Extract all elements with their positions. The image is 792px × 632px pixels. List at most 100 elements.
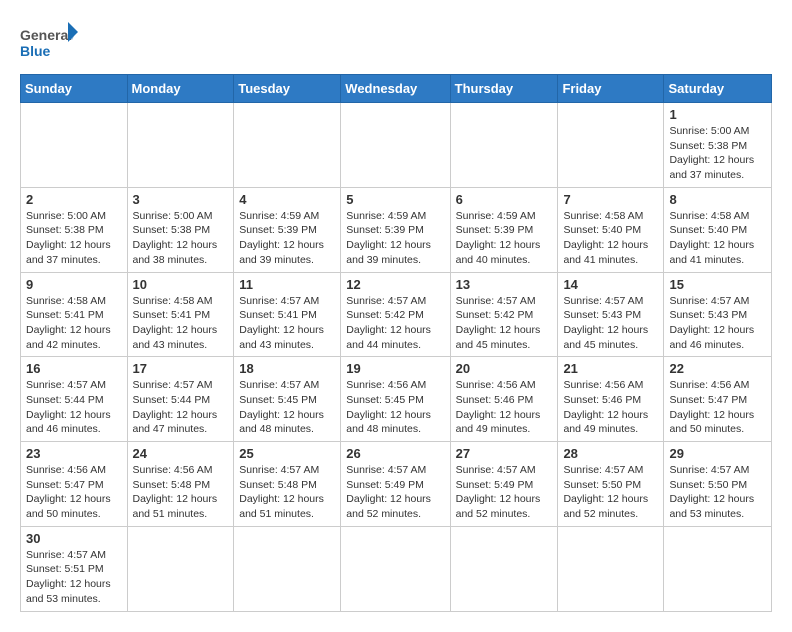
calendar-cell: 8 Sunrise: 4:58 AM Sunset: 5:40 PM Daylig… — [664, 187, 772, 272]
day-info: Sunrise: 4:57 AM Sunset: 5:49 PM Dayligh… — [456, 463, 553, 522]
day-info: Sunrise: 4:58 AM Sunset: 5:41 PM Dayligh… — [26, 294, 122, 353]
logo-svg: General Blue — [20, 20, 80, 64]
day-number: 29 — [669, 446, 766, 461]
calendar-cell: 12 Sunrise: 4:57 AM Sunset: 5:42 PM Dayli… — [341, 272, 450, 357]
day-info: Sunrise: 5:00 AM Sunset: 5:38 PM Dayligh… — [133, 209, 229, 268]
calendar-cell: 9 Sunrise: 4:58 AM Sunset: 5:41 PM Daylig… — [21, 272, 128, 357]
calendar-cell: 6 Sunrise: 4:59 AM Sunset: 5:39 PM Daylig… — [450, 187, 558, 272]
day-info: Sunrise: 4:57 AM Sunset: 5:49 PM Dayligh… — [346, 463, 444, 522]
day-number: 7 — [563, 192, 658, 207]
day-number: 9 — [26, 277, 122, 292]
calendar-cell — [558, 526, 664, 611]
day-number: 17 — [133, 361, 229, 376]
day-number: 6 — [456, 192, 553, 207]
day-info: Sunrise: 4:56 AM Sunset: 5:47 PM Dayligh… — [669, 378, 766, 437]
day-number: 1 — [669, 107, 766, 122]
day-info: Sunrise: 4:57 AM Sunset: 5:43 PM Dayligh… — [669, 294, 766, 353]
day-number: 20 — [456, 361, 553, 376]
day-info: Sunrise: 4:58 AM Sunset: 5:40 PM Dayligh… — [563, 209, 658, 268]
day-number: 11 — [239, 277, 335, 292]
day-number: 14 — [563, 277, 658, 292]
day-info: Sunrise: 4:57 AM Sunset: 5:42 PM Dayligh… — [346, 294, 444, 353]
day-info: Sunrise: 5:00 AM Sunset: 5:38 PM Dayligh… — [669, 124, 766, 183]
day-number: 3 — [133, 192, 229, 207]
day-info: Sunrise: 4:59 AM Sunset: 5:39 PM Dayligh… — [456, 209, 553, 268]
day-number: 8 — [669, 192, 766, 207]
day-number: 15 — [669, 277, 766, 292]
calendar-cell: 11 Sunrise: 4:57 AM Sunset: 5:41 PM Dayli… — [234, 272, 341, 357]
calendar-cell: 22 Sunrise: 4:56 AM Sunset: 5:47 PM Dayli… — [664, 357, 772, 442]
day-number: 23 — [26, 446, 122, 461]
calendar-cell: 7 Sunrise: 4:58 AM Sunset: 5:40 PM Daylig… — [558, 187, 664, 272]
day-info: Sunrise: 4:57 AM Sunset: 5:41 PM Dayligh… — [239, 294, 335, 353]
weekday-header-monday: Monday — [127, 75, 234, 103]
day-number: 5 — [346, 192, 444, 207]
day-info: Sunrise: 4:58 AM Sunset: 5:40 PM Dayligh… — [669, 209, 766, 268]
weekday-header-wednesday: Wednesday — [341, 75, 450, 103]
weekday-header-tuesday: Tuesday — [234, 75, 341, 103]
day-number: 2 — [26, 192, 122, 207]
calendar-cell — [21, 103, 128, 188]
calendar-cell: 29Sunrise: 4:57 AM Sunset: 5:50 PM Dayli… — [664, 442, 772, 527]
calendar-cell: 24 Sunrise: 4:56 AM Sunset: 5:48 PM Dayli… — [127, 442, 234, 527]
day-info: Sunrise: 4:57 AM Sunset: 5:51 PM Dayligh… — [26, 548, 122, 607]
week-row-0: 1 Sunrise: 5:00 AM Sunset: 5:38 PM Daylig… — [21, 103, 772, 188]
calendar-cell — [558, 103, 664, 188]
day-info: Sunrise: 4:56 AM Sunset: 5:48 PM Dayligh… — [133, 463, 229, 522]
calendar-cell: 30 Sunrise: 4:57 AM Sunset: 5:51 PM Dayli… — [21, 526, 128, 611]
logo: General Blue — [20, 20, 80, 64]
calendar-cell: 15 Sunrise: 4:57 AM Sunset: 5:43 PM Dayli… — [664, 272, 772, 357]
weekday-header-friday: Friday — [558, 75, 664, 103]
day-number: 30 — [26, 531, 122, 546]
calendar-cell — [341, 103, 450, 188]
calendar-cell — [450, 526, 558, 611]
calendar-cell — [234, 103, 341, 188]
day-number: 21 — [563, 361, 658, 376]
weekday-header-sunday: Sunday — [21, 75, 128, 103]
calendar-cell: 3 Sunrise: 5:00 AM Sunset: 5:38 PM Daylig… — [127, 187, 234, 272]
calendar-cell: 27 Sunrise: 4:57 AM Sunset: 5:49 PM Dayli… — [450, 442, 558, 527]
day-info: Sunrise: 4:57 AM Sunset: 5:45 PM Dayligh… — [239, 378, 335, 437]
weekday-header-thursday: Thursday — [450, 75, 558, 103]
calendar-cell: 23Sunrise: 4:56 AM Sunset: 5:47 PM Dayli… — [21, 442, 128, 527]
weekday-header-row: SundayMondayTuesdayWednesdayThursdayFrid… — [21, 75, 772, 103]
svg-text:General: General — [20, 27, 72, 43]
calendar-cell — [127, 103, 234, 188]
calendar-cell: 16 Sunrise: 4:57 AM Sunset: 5:44 PM Dayli… — [21, 357, 128, 442]
day-number: 24 — [133, 446, 229, 461]
day-number: 12 — [346, 277, 444, 292]
calendar-cell: 14 Sunrise: 4:57 AM Sunset: 5:43 PM Dayli… — [558, 272, 664, 357]
calendar-cell: 18 Sunrise: 4:57 AM Sunset: 5:45 PM Dayli… — [234, 357, 341, 442]
calendar-cell: 10Sunrise: 4:58 AM Sunset: 5:41 PM Dayli… — [127, 272, 234, 357]
day-info: Sunrise: 5:00 AM Sunset: 5:38 PM Dayligh… — [26, 209, 122, 268]
day-number: 19 — [346, 361, 444, 376]
calendar-cell: 19 Sunrise: 4:56 AM Sunset: 5:45 PM Dayli… — [341, 357, 450, 442]
week-row-2: 9 Sunrise: 4:58 AM Sunset: 5:41 PM Daylig… — [21, 272, 772, 357]
calendar-cell — [341, 526, 450, 611]
day-info: Sunrise: 4:56 AM Sunset: 5:46 PM Dayligh… — [456, 378, 553, 437]
day-number: 13 — [456, 277, 553, 292]
day-number: 16 — [26, 361, 122, 376]
day-info: Sunrise: 4:57 AM Sunset: 5:42 PM Dayligh… — [456, 294, 553, 353]
day-number: 4 — [239, 192, 335, 207]
day-number: 25 — [239, 446, 335, 461]
day-number: 18 — [239, 361, 335, 376]
calendar-cell — [127, 526, 234, 611]
calendar-table: SundayMondayTuesdayWednesdayThursdayFrid… — [20, 74, 772, 612]
day-number: 10 — [133, 277, 229, 292]
day-info: Sunrise: 4:56 AM Sunset: 5:45 PM Dayligh… — [346, 378, 444, 437]
calendar-cell — [664, 526, 772, 611]
day-info: Sunrise: 4:57 AM Sunset: 5:44 PM Dayligh… — [26, 378, 122, 437]
day-info: Sunrise: 4:59 AM Sunset: 5:39 PM Dayligh… — [239, 209, 335, 268]
calendar-cell: 1 Sunrise: 5:00 AM Sunset: 5:38 PM Daylig… — [664, 103, 772, 188]
calendar-cell — [450, 103, 558, 188]
page-header: General Blue — [20, 20, 772, 64]
weekday-header-saturday: Saturday — [664, 75, 772, 103]
calendar-cell: 20 Sunrise: 4:56 AM Sunset: 5:46 PM Dayli… — [450, 357, 558, 442]
day-number: 27 — [456, 446, 553, 461]
day-number: 22 — [669, 361, 766, 376]
day-info: Sunrise: 4:57 AM Sunset: 5:43 PM Dayligh… — [563, 294, 658, 353]
calendar-cell: 25Sunrise: 4:57 AM Sunset: 5:48 PM Dayli… — [234, 442, 341, 527]
calendar-cell: 17Sunrise: 4:57 AM Sunset: 5:44 PM Dayli… — [127, 357, 234, 442]
svg-text:Blue: Blue — [20, 43, 51, 59]
